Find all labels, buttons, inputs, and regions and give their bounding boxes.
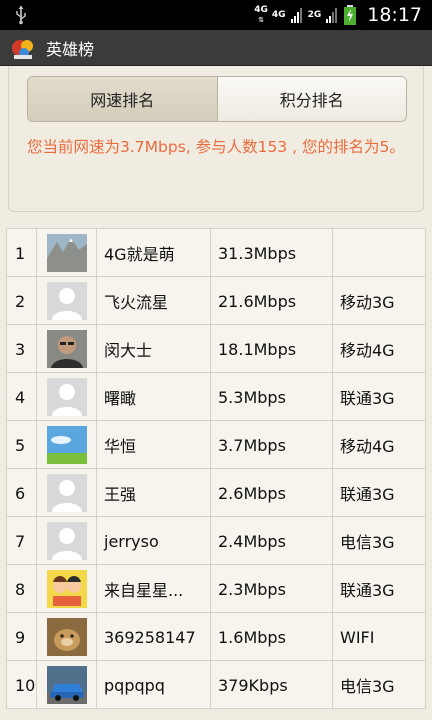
network-type: 联通3G <box>332 373 426 421</box>
user-name: pqpqpq <box>96 661 210 709</box>
network-type: 移动4G <box>332 325 426 373</box>
app-logo-icon <box>12 40 33 59</box>
network-type: 移动3G <box>332 277 426 325</box>
battery-charging-icon <box>344 5 357 25</box>
user-name: 曙瞰 <box>96 373 210 421</box>
usb-icon <box>16 6 26 25</box>
network-4g-data-icon: 4G ⇅ <box>254 5 268 24</box>
status-bar: 4G ⇅ 4G 2G 18:17 <box>0 0 432 30</box>
speed-value: 1.6Mbps <box>210 613 332 661</box>
default-avatar-icon <box>46 378 87 416</box>
avatar-photo <box>46 330 87 368</box>
network-type: 联通3G <box>332 565 426 613</box>
default-avatar-icon <box>46 474 87 512</box>
speed-value: 2.6Mbps <box>210 469 332 517</box>
table-row[interactable]: 8 来自星星... 2.3Mbps 联通3G <box>6 565 426 613</box>
current-speed-info: 您当前网速为3.7Mbps, 参与人数153 , 您的排名为5。 <box>27 138 405 156</box>
table-row[interactable]: 5 华恒 3.7Mbps 移动4G <box>6 421 426 469</box>
tab-speed-ranking[interactable]: 网速排名 <box>28 77 218 121</box>
speed-value: 2.4Mbps <box>210 517 332 565</box>
table-row[interactable]: 3 闵大士 18.1Mbps 移动4G <box>6 325 426 373</box>
table-row[interactable]: 9 369258147 1.6Mbps WIFI <box>6 613 426 661</box>
summary-card: 网速排名 积分排名 您当前网速为3.7Mbps, 参与人数153 , 您的排名为… <box>8 66 424 212</box>
table-row[interactable]: 1 4G就是萌 31.3Mbps <box>6 229 426 277</box>
default-avatar-icon <box>46 522 87 560</box>
speed-value: 21.6Mbps <box>210 277 332 325</box>
user-name: 闵大士 <box>96 325 210 373</box>
page-title: 英雄榜 <box>46 40 95 59</box>
speed-value: 5.3Mbps <box>210 373 332 421</box>
user-name: 来自星星... <box>96 565 210 613</box>
user-name: 王强 <box>96 469 210 517</box>
ranking-tabs: 网速排名 积分排名 <box>27 76 407 122</box>
network-type: 电信3G <box>332 661 426 709</box>
rank-cell: 5 <box>6 421 36 469</box>
network-type: WIFI <box>332 613 426 661</box>
rank-cell: 2 <box>6 277 36 325</box>
user-name: 飞火流星 <box>96 277 210 325</box>
table-row[interactable]: 7 jerryso 2.4Mbps 电信3G <box>6 517 426 565</box>
user-name: 369258147 <box>96 613 210 661</box>
user-name: 4G就是萌 <box>96 229 210 277</box>
avatar-cartoon <box>46 570 87 608</box>
rank-cell: 9 <box>6 613 36 661</box>
speed-value: 31.3Mbps <box>210 229 332 277</box>
default-avatar-icon <box>46 282 87 320</box>
network-type: 联通3G <box>332 469 426 517</box>
table-row[interactable]: 4 曙瞰 5.3Mbps 联通3G <box>6 373 426 421</box>
avatar-car <box>46 666 87 704</box>
ranking-table: 1 4G就是萌 31.3Mbps 2 飞火流星 21.6Mbps 移动3G 3 <box>6 228 426 709</box>
avatar-landscape <box>46 234 87 272</box>
rank-cell: 7 <box>6 517 36 565</box>
table-row[interactable]: 2 飞火流星 21.6Mbps 移动3G <box>6 277 426 325</box>
avatar-animal <box>46 618 87 656</box>
user-name: jerryso <box>96 517 210 565</box>
rank-cell: 1 <box>6 229 36 277</box>
speed-value: 18.1Mbps <box>210 325 332 373</box>
network-type <box>332 229 426 277</box>
rank-cell: 6 <box>6 469 36 517</box>
speed-value: 3.7Mbps <box>210 421 332 469</box>
rank-cell: 8 <box>6 565 36 613</box>
table-row[interactable]: 6 王强 2.6Mbps 联通3G <box>6 469 426 517</box>
avatar-sky <box>46 426 87 464</box>
signal-strength-icon <box>326 8 338 23</box>
signal-strength-icon <box>290 8 302 23</box>
clock: 18:17 <box>367 4 422 26</box>
rank-cell: 3 <box>6 325 36 373</box>
speed-value: 379Kbps <box>210 661 332 709</box>
network-type: 移动4G <box>332 421 426 469</box>
user-name: 华恒 <box>96 421 210 469</box>
network-type: 电信3G <box>332 517 426 565</box>
rank-cell: 10 <box>6 661 36 709</box>
network-4g-label: 4G <box>271 10 286 20</box>
speed-value: 2.3Mbps <box>210 565 332 613</box>
rank-cell: 4 <box>6 373 36 421</box>
title-bar: 英雄榜 <box>0 30 432 66</box>
network-2g-label: 2G <box>307 10 322 20</box>
table-row[interactable]: 10 pqpqpq 379Kbps 电信3G <box>6 661 426 709</box>
tab-points-ranking[interactable]: 积分排名 <box>217 77 406 121</box>
